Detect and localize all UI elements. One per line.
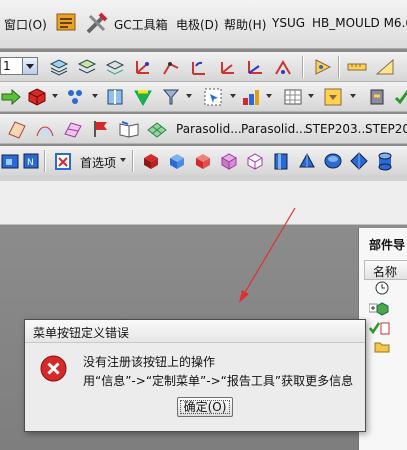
dialog-titlebar[interactable]: 菜单按钮定义错误 bbox=[25, 320, 365, 343]
dialog-body: 没有注册该按钮上的操作 用“信息”->“定制菜单”->“报告工具”获取更多信息 … bbox=[25, 343, 365, 431]
dialog-title: 菜单按钮定义错误 bbox=[33, 326, 130, 340]
dialog-message-line1: 没有注册该按钮上的操作 bbox=[83, 355, 216, 369]
error-dialog: 菜单按钮定义错误 没有注册该按钮上的操作 用“信息”->“定制菜单”->“报告工… bbox=[24, 319, 366, 432]
dialog-message-line2: 用“信息”->“定制菜单”->“报告工具”获取更多信息 bbox=[83, 374, 354, 388]
name-column-label: 名称 bbox=[373, 265, 398, 279]
nav-row-checked[interactable] bbox=[369, 320, 407, 338]
ok-button[interactable]: 确定(O) bbox=[177, 397, 233, 417]
nav-row-history[interactable] bbox=[369, 280, 407, 298]
part-navigator-title: 部件导 bbox=[369, 238, 406, 252]
nav-row-folder[interactable] bbox=[369, 338, 407, 356]
name-column-header[interactable]: 名称 bbox=[364, 260, 407, 280]
error-icon bbox=[40, 355, 67, 382]
nav-row-model[interactable] bbox=[368, 300, 407, 318]
